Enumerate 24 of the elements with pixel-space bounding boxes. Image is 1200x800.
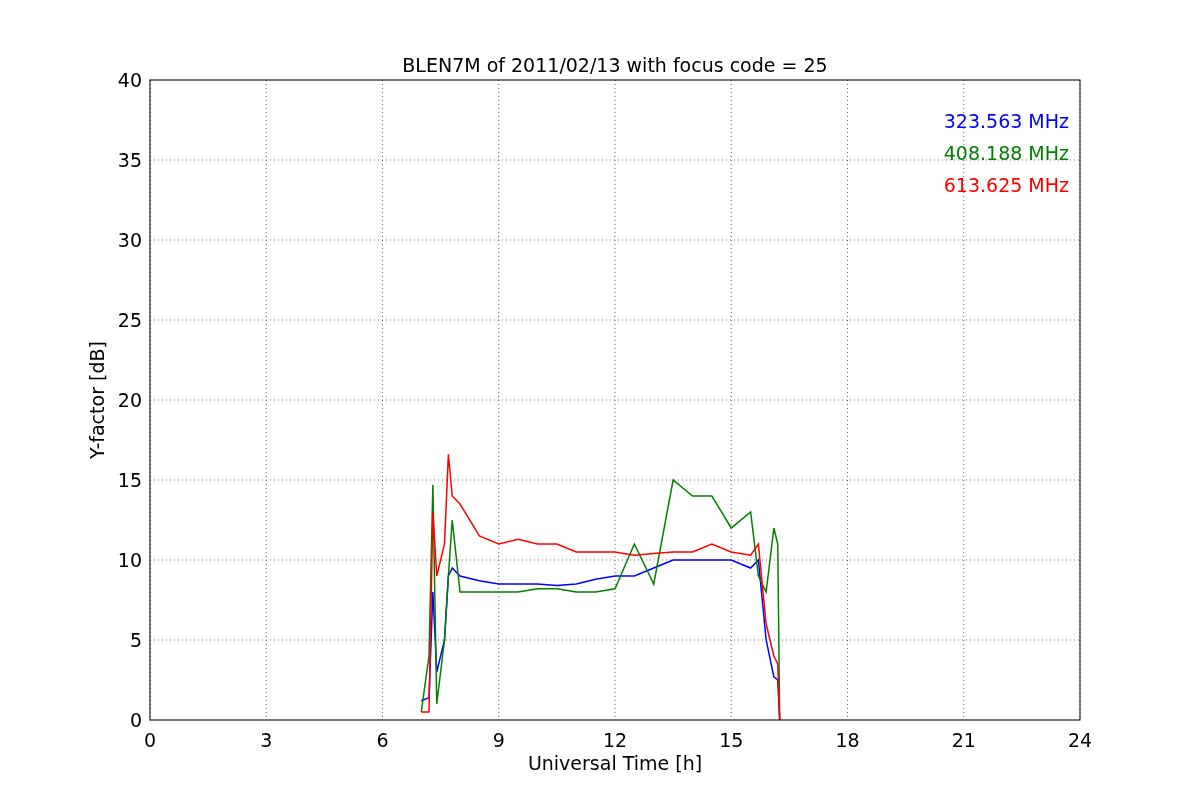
tick-label: 25 [117, 309, 142, 331]
x-axis-label: Universal Time [h] [527, 752, 703, 774]
tick-label: 30 [117, 229, 142, 251]
legend-label: 408.188 MHz [943, 142, 1069, 164]
tick-label: 21 [951, 729, 976, 751]
tick-label: 6 [376, 729, 389, 751]
tick-label: 5 [129, 629, 142, 651]
legend-label: 613.625 MHz [943, 174, 1069, 196]
tick-label: 9 [492, 729, 505, 751]
tick-label: 35 [117, 149, 142, 171]
tick-label: 40 [117, 69, 142, 91]
tick-label: 24 [1067, 729, 1093, 751]
legend-label: 323.563 MHz [943, 110, 1069, 132]
y-axis-label: Y-factor [dB] [86, 341, 108, 459]
tick-label: 12 [602, 729, 628, 751]
tick-label: 20 [117, 389, 142, 411]
tick-label: 15 [719, 729, 744, 751]
tick-label: 3 [260, 729, 273, 751]
tick-label: 15 [117, 469, 142, 491]
tick-label: 10 [117, 549, 142, 571]
tick-label: 0 [143, 729, 157, 751]
chart-title: BLEN7M of 2011/02/13 with focus code = 25 [402, 54, 828, 76]
tick-label: 18 [835, 729, 860, 751]
tick-label: 0 [129, 709, 142, 731]
